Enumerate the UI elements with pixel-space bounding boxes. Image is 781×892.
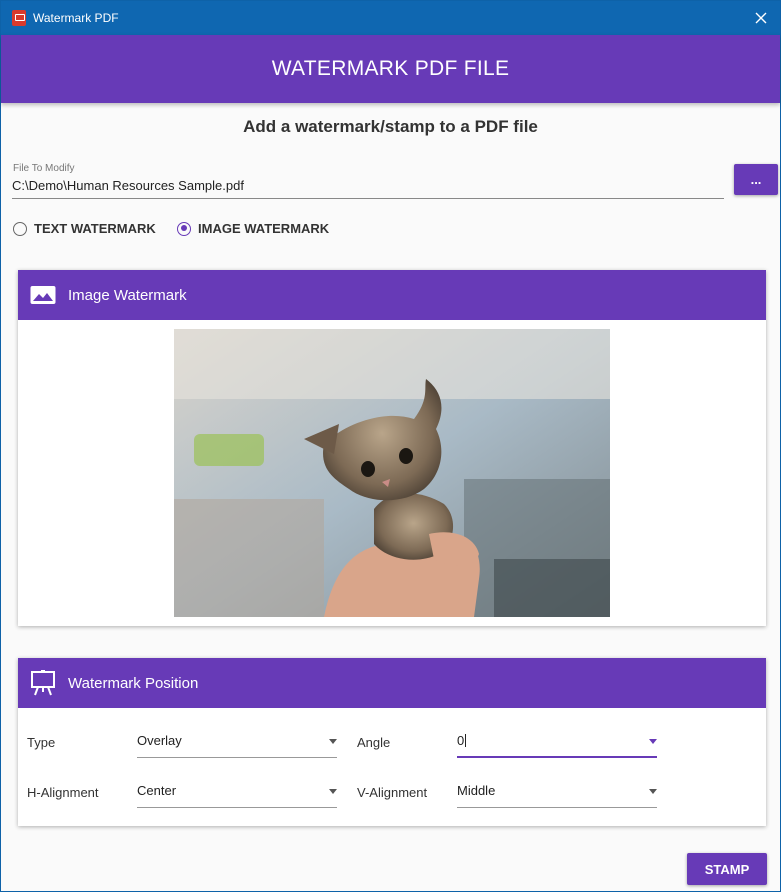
file-field-label: File To Modify	[13, 163, 75, 174]
radio-image-watermark[interactable]: IMAGE WATERMARK	[177, 221, 329, 236]
card-header: Watermark Position	[18, 658, 766, 708]
card-header: Image Watermark	[18, 270, 766, 320]
page-subtitle: Add a watermark/stamp to a PDF file	[243, 117, 538, 136]
chevron-down-icon	[329, 789, 337, 794]
angle-combobox[interactable]: 0	[457, 732, 657, 758]
image-watermark-card: Image Watermark	[18, 270, 766, 626]
text-caret	[465, 734, 467, 747]
chevron-down-icon	[329, 739, 337, 744]
radio-circle	[13, 221, 27, 236]
radio-circle	[177, 221, 191, 236]
file-path-input[interactable]: C:\Demo\Human Resources Sample.pdf	[12, 177, 724, 199]
title-bar: Watermark PDF	[1, 1, 780, 35]
watermark-image-preview[interactable]	[174, 329, 610, 617]
card-title: Watermark Position	[68, 674, 199, 692]
h-alignment-value: Center	[137, 783, 177, 798]
angle-value: 0	[457, 733, 465, 748]
chevron-down-icon	[649, 739, 657, 744]
browse-button[interactable]: ...	[734, 164, 778, 195]
type-label: Type	[27, 735, 56, 750]
v-alignment-value: Middle	[457, 783, 496, 798]
card-title: Image Watermark	[68, 286, 187, 304]
v-alignment-select[interactable]: Middle	[457, 782, 657, 808]
type-value: Overlay	[137, 733, 182, 748]
page-header: WATERMARK PDF FILE	[1, 35, 780, 103]
angle-label: Angle	[357, 735, 391, 750]
close-icon[interactable]	[748, 5, 774, 31]
radio-label: IMAGE WATERMARK	[198, 221, 330, 236]
window-title: Watermark PDF	[33, 11, 119, 25]
stamp-button[interactable]: STAMP	[687, 853, 767, 885]
image-icon	[30, 285, 56, 305]
easel-icon	[30, 670, 56, 696]
app-window: Watermark PDF WATERMARK PDF FILE Add a w…	[0, 0, 781, 892]
h-alignment-label: H-Alignment	[27, 785, 99, 800]
chevron-down-icon	[649, 789, 657, 794]
v-alignment-label: V-Alignment	[357, 785, 428, 800]
pdf-app-icon	[12, 10, 26, 26]
h-alignment-select[interactable]: Center	[137, 782, 337, 808]
watermark-position-card: Watermark Position Type Overlay Angle 0 …	[18, 658, 766, 826]
type-select[interactable]: Overlay	[137, 732, 337, 758]
radio-label: TEXT WATERMARK	[34, 221, 156, 236]
radio-text-watermark[interactable]: TEXT WATERMARK	[13, 221, 156, 236]
